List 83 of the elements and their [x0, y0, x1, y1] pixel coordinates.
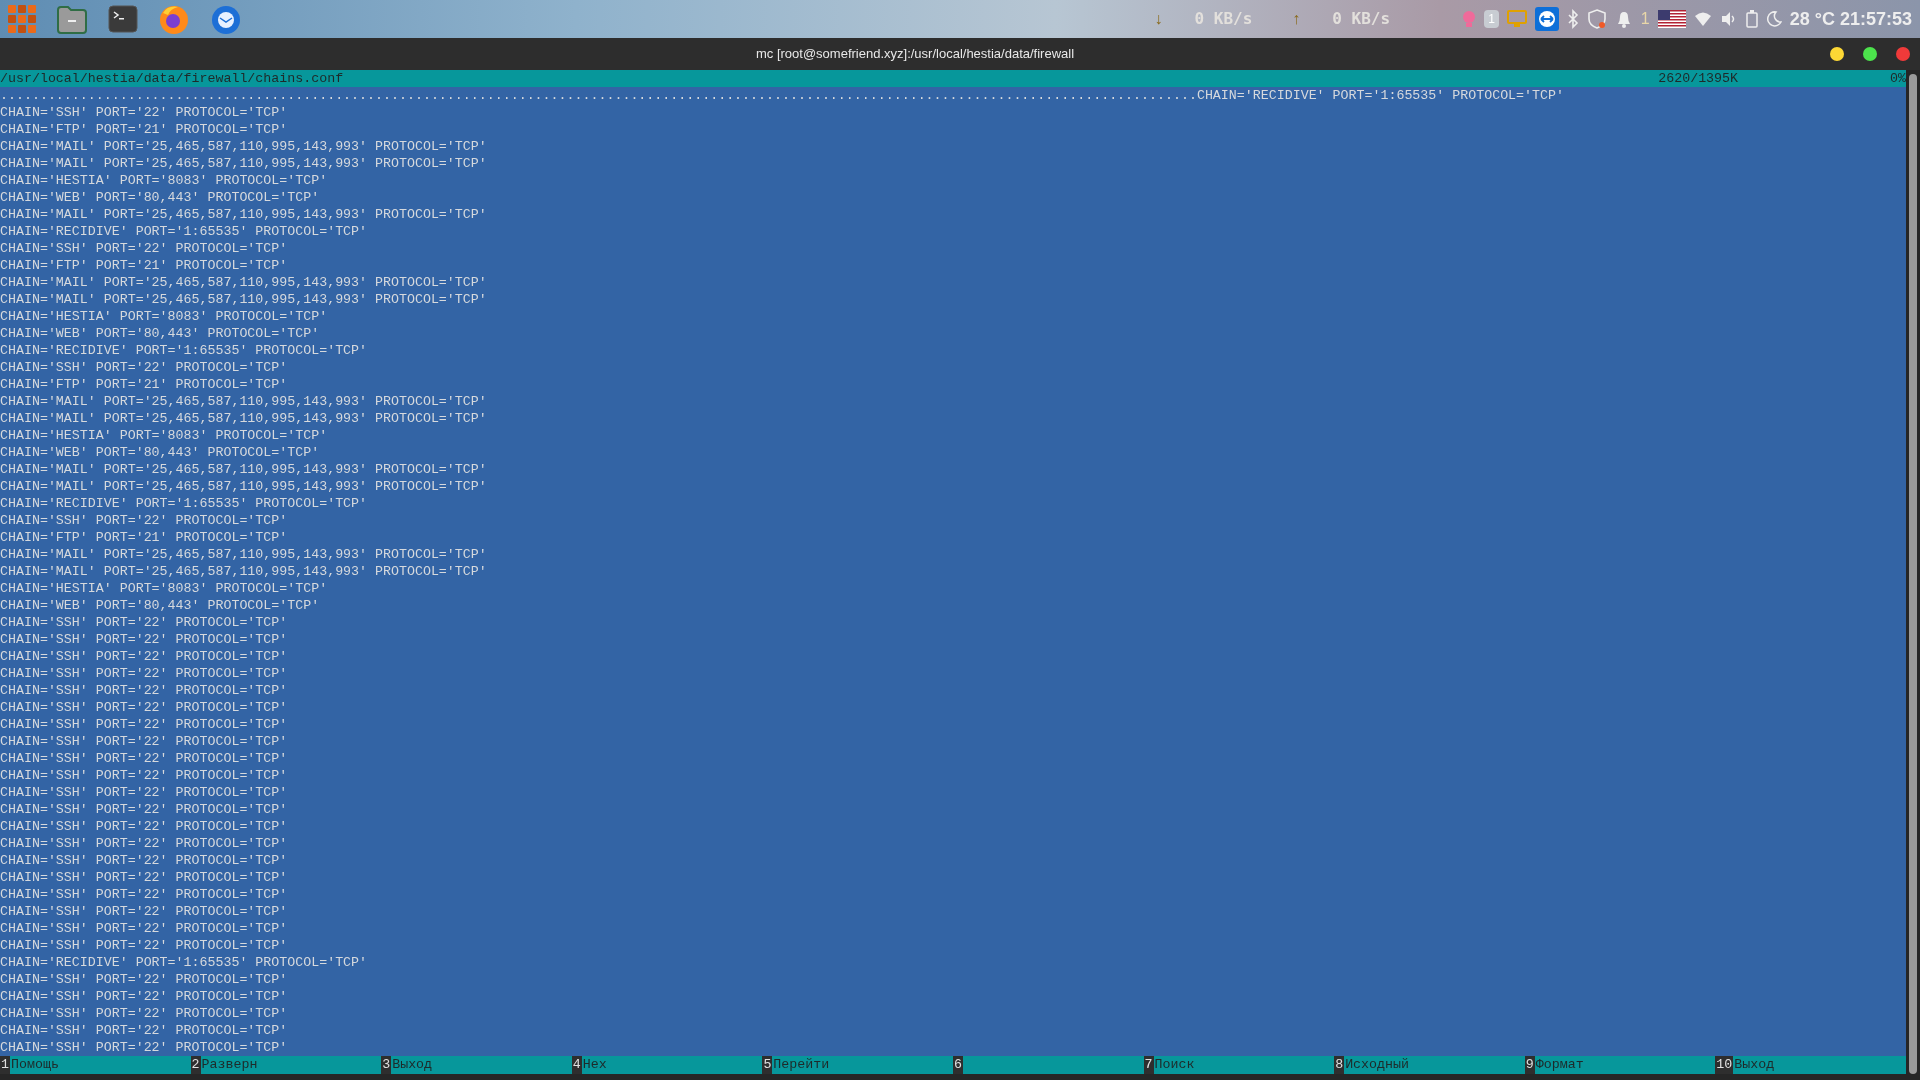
file-path: /usr/local/hestia/data/firewall/chains.conf	[0, 70, 344, 87]
battery-icon	[1745, 10, 1758, 28]
text-line: CHAIN='RECIDIVE' PORT='1:65535' PROTOCOL='TCP'	[0, 342, 369, 359]
text-line: CHAIN='FTP' PORT='21' PROTOCOL='TCP'	[0, 529, 289, 546]
notification-count: 1	[1640, 9, 1650, 29]
text-line: CHAIN='SSH' PORT='22' PROTOCOL='TCP'	[0, 512, 289, 529]
text-line: CHAIN='SSH' PORT='22' PROTOCOL='TCP'	[0, 682, 289, 699]
text-line: CHAIN='SSH' PORT='22' PROTOCOL='TCP'	[0, 801, 289, 818]
file-position: 2620/1395K	[1658, 70, 1739, 87]
text-line: CHAIN='SSH' PORT='22' PROTOCOL='TCP'	[0, 784, 289, 801]
remote-control-icon	[1534, 7, 1559, 31]
folder-icon[interactable]	[56, 4, 88, 34]
text-line: CHAIN='RECIDIVE' PORT='1:65535' PROTOCOL='TCP'	[0, 954, 369, 971]
network-speed: 0 KB/s	[1332, 8, 1391, 30]
wifi-icon	[1693, 11, 1712, 27]
text-line: CHAIN='SSH' PORT='22' PROTOCOL='TCP'	[0, 852, 289, 869]
maximize-button[interactable]	[1863, 47, 1877, 61]
bluetooth-icon	[1566, 9, 1579, 29]
network-arrow: ↓	[1154, 9, 1163, 29]
text-line: CHAIN='MAIL' PORT='25,465,587,110,995,143,993' PROTOCOL='TCP'	[0, 393, 488, 410]
text-line: CHAIN='SSH' PORT='22' PROTOCOL='TCP'	[0, 869, 289, 886]
scrollbar-thumb[interactable]	[1909, 74, 1917, 1074]
browser-icon[interactable]	[158, 3, 190, 35]
text-line: CHAIN='SSH' PORT='22' PROTOCOL='TCP'	[0, 648, 289, 665]
text-line: CHAIN='MAIL' PORT='25,465,587,110,995,143,993' PROTOCOL='TCP'	[0, 155, 488, 172]
text-line: CHAIN='FTP' PORT='21' PROTOCOL='TCP'	[0, 376, 289, 393]
text-line: CHAIN='SSH' PORT='22' PROTOCOL='TCP'	[0, 971, 289, 988]
text-line: CHAIN='MAIL' PORT='25,465,587,110,995,143,993' PROTOCOL='TCP'	[0, 206, 488, 223]
text-line: CHAIN='SSH' PORT='22' PROTOCOL='TCP'	[0, 699, 289, 716]
text-line: ......................................................................................................................................................CHAIN='RECIDIVE' PORT='1:65535' PROTOCOL='TCP'	[0, 87, 1565, 104]
text-line: CHAIN='SSH' PORT='22' PROTOCOL='TCP'	[0, 988, 289, 1005]
text-line: CHAIN='SSH' PORT='22' PROTOCOL='TCP'	[0, 750, 289, 767]
flag-icon	[1657, 10, 1686, 28]
text-line: CHAIN='SSH' PORT='22' PROTOCOL='TCP'	[0, 733, 289, 750]
text-line: CHAIN='SSH' PORT='22' PROTOCOL='TCP'	[0, 767, 289, 784]
text-line: CHAIN='MAIL' PORT='25,465,587,110,995,143,993' PROTOCOL='TCP'	[0, 478, 488, 495]
text-line: CHAIN='SSH' PORT='22' PROTOCOL='TCP'	[0, 818, 289, 835]
text-line: CHAIN='WEB' PORT='80,443' PROTOCOL='TCP'	[0, 325, 321, 342]
text-line: CHAIN='SSH' PORT='22' PROTOCOL='TCP'	[0, 716, 289, 733]
text-line: CHAIN='MAIL' PORT='25,465,587,110,995,143,993' PROTOCOL='TCP'	[0, 410, 488, 427]
lightbulb-icon	[1462, 10, 1477, 28]
text-line: CHAIN='FTP' PORT='21' PROTOCOL='TCP'	[0, 121, 289, 138]
mail-client-icon[interactable]	[210, 3, 242, 35]
text-line: CHAIN='MAIL' PORT='25,465,587,110,995,143,993' PROTOCOL='TCP'	[0, 138, 488, 155]
text-line: CHAIN='SSH' PORT='22' PROTOCOL='TCP'	[0, 1022, 289, 1039]
text-line: CHAIN='MAIL' PORT='25,465,587,110,995,143,993' PROTOCOL='TCP'	[0, 291, 488, 308]
text-line: CHAIN='MAIL' PORT='25,465,587,110,995,143,993' PROTOCOL='TCP'	[0, 563, 488, 580]
text-line: CHAIN='WEB' PORT='80,443' PROTOCOL='TCP'	[0, 597, 321, 614]
text-line: CHAIN='MAIL' PORT='25,465,587,110,995,143,993' PROTOCOL='TCP'	[0, 546, 488, 563]
text-line: CHAIN='SSH' PORT='22' PROTOCOL='TCP'	[0, 359, 289, 376]
text-line: CHAIN='SSH' PORT='22' PROTOCOL='TCP'	[0, 614, 289, 631]
text-line: CHAIN='SSH' PORT='22' PROTOCOL='TCP'	[0, 104, 289, 121]
monitor-icon	[1506, 10, 1527, 28]
window-title: mc [root@somefriend.xyz]:/usr/local/hestia/data/firewall	[755, 45, 1075, 64]
moon-icon	[1765, 11, 1782, 27]
text-line: CHAIN='SSH' PORT='22' PROTOCOL='TCP'	[0, 631, 289, 648]
text-line: CHAIN='WEB' PORT='80,443' PROTOCOL='TCP'	[0, 189, 321, 206]
text-line: CHAIN='MAIL' PORT='25,465,587,110,995,143,993' PROTOCOL='TCP'	[0, 461, 488, 478]
text-line: CHAIN='HESTIA' PORT='8083' PROTOCOL='TCP'	[0, 580, 329, 597]
text-line: CHAIN='SSH' PORT='22' PROTOCOL='TCP'	[0, 937, 289, 954]
text-line: CHAIN='HESTIA' PORT='8083' PROTOCOL='TCP'	[0, 172, 329, 189]
close-button[interactable]	[1896, 47, 1910, 61]
text-line: CHAIN='MAIL' PORT='25,465,587,110,995,143,993' PROTOCOL='TCP'	[0, 274, 488, 291]
text-line: CHAIN='WEB' PORT='80,443' PROTOCOL='TCP'	[0, 444, 321, 461]
scroll-percent: 0%	[1890, 70, 1906, 87]
text-line: CHAIN='SSH' PORT='22' PROTOCOL='TCP'	[0, 240, 289, 257]
text-line: CHAIN='HESTIA' PORT='8083' PROTOCOL='TCP'	[0, 427, 329, 444]
text-line: CHAIN='SSH' PORT='22' PROTOCOL='TCP'	[0, 1039, 289, 1056]
text-line: CHAIN='SSH' PORT='22' PROTOCOL='TCP'	[0, 1005, 289, 1022]
text-line: CHAIN='HESTIA' PORT='8083' PROTOCOL='TCP'	[0, 308, 329, 325]
minimize-button[interactable]	[1830, 47, 1844, 61]
network-arrow: ↑	[1292, 9, 1301, 29]
clock: 28 °C 21:57:53	[1789, 7, 1912, 31]
text-line: CHAIN='RECIDIVE' PORT='1:65535' PROTOCOL='TCP'	[0, 223, 369, 240]
shield-icon	[1586, 9, 1607, 29]
text-line: CHAIN='SSH' PORT='22' PROTOCOL='TCP'	[0, 920, 289, 937]
terminal-icon[interactable]	[108, 5, 138, 33]
text-line: CHAIN='SSH' PORT='22' PROTOCOL='TCP'	[0, 835, 289, 852]
text-line: CHAIN='SSH' PORT='22' PROTOCOL='TCP'	[0, 886, 289, 903]
text-line: CHAIN='SSH' PORT='22' PROTOCOL='TCP'	[0, 665, 289, 682]
text-line: CHAIN='RECIDIVE' PORT='1:65535' PROTOCOL='TCP'	[0, 495, 369, 512]
text-line: CHAIN='SSH' PORT='22' PROTOCOL='TCP'	[0, 903, 289, 920]
text-line: CHAIN='FTP' PORT='21' PROTOCOL='TCP'	[0, 257, 289, 274]
